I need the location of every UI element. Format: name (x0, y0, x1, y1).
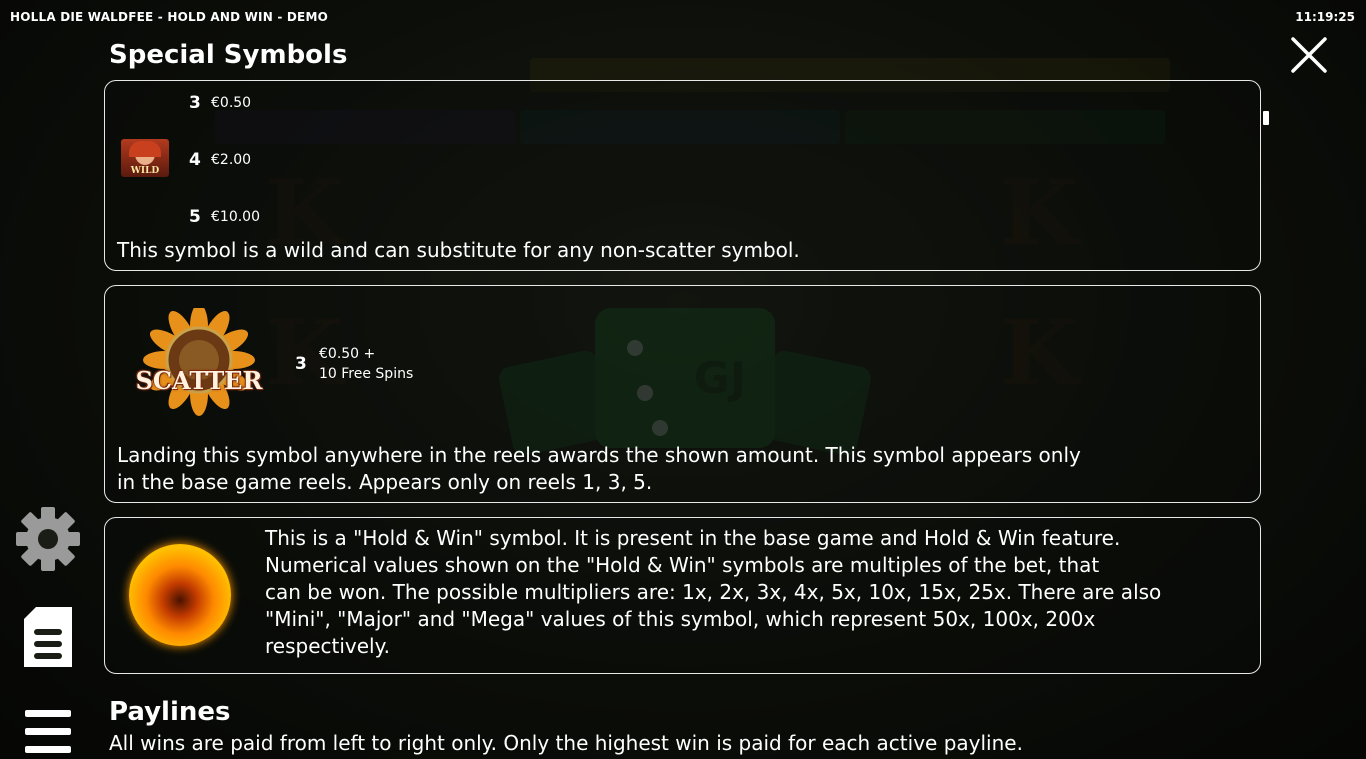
scatter-symbol-card: SCATTER 3 €0.50 + 10 Free Spins Landing … (104, 285, 1261, 503)
scatter-description-line: in the base game reels. Appears only on … (117, 470, 653, 494)
payout-value: €10.00 (211, 209, 260, 225)
scatter-description-line: Landing this symbol anywhere in the reel… (117, 443, 1081, 467)
scatter-symbol-image: SCATTER (129, 304, 269, 418)
game-title: HOLLA DIE WALDFEE - HOLD AND WIN - DEMO (10, 10, 329, 24)
payout-value: €0.50 (211, 95, 252, 111)
clock: 11:19:25 (1295, 10, 1355, 24)
wild-label: WILD (130, 166, 160, 176)
holdwin-coin-image (129, 544, 231, 646)
holdwin-symbol-card: This is a "Hold & Win" symbol. It is pre… (104, 517, 1261, 674)
paylines-text: All wins are paid from left to right onl… (109, 731, 1023, 755)
close-icon (1291, 37, 1327, 73)
payout-value: €2.00 (211, 152, 252, 168)
close-button[interactable] (1290, 36, 1328, 74)
wild-description: This symbol is a wild and can substitute… (117, 238, 800, 262)
scatter-payout-extra: 10 Free Spins (319, 366, 414, 382)
menu-button[interactable] (25, 710, 71, 754)
wild-symbol-image: WILD (121, 139, 169, 177)
document-icon (24, 607, 72, 667)
gear-icon (16, 507, 80, 571)
special-symbols-title: Special Symbols (109, 40, 348, 70)
payout-count: 4 (189, 150, 201, 170)
scrollbar-thumb[interactable] (1263, 111, 1269, 125)
wild-symbol-card: WILD 3 €0.50 4 €2.00 5 €10.00 This symbo… (104, 80, 1261, 271)
wild-payout-row: 3 €0.50 (189, 93, 251, 113)
scatter-payout-value: €0.50 + (319, 346, 376, 362)
payout-count: 5 (189, 207, 201, 227)
wild-payout-row: 4 €2.00 (189, 150, 251, 170)
payout-count: 3 (189, 93, 201, 113)
holdwin-description-line: "Mini", "Major" and "Mega" values of thi… (265, 607, 1096, 631)
wild-payout-row: 5 €10.00 (189, 207, 260, 227)
paytable-button[interactable] (22, 607, 74, 669)
holdwin-description-line: Numerical values shown on the "Hold & Wi… (265, 553, 1100, 577)
scatter-label: SCATTER (135, 366, 263, 395)
holdwin-description-line: can be won. The possible multipliers are… (265, 580, 1162, 604)
holdwin-description-line: This is a "Hold & Win" symbol. It is pre… (265, 526, 1121, 550)
hamburger-icon (25, 710, 71, 753)
scatter-payout-count: 3 (295, 354, 307, 374)
holdwin-description-line: respectively. (265, 634, 390, 658)
top-bar: HOLLA DIE WALDFEE - HOLD AND WIN - DEMO … (0, 0, 1366, 34)
paylines-title: Paylines (109, 697, 231, 727)
settings-button[interactable] (14, 505, 82, 573)
sunflower-icon (143, 304, 255, 416)
